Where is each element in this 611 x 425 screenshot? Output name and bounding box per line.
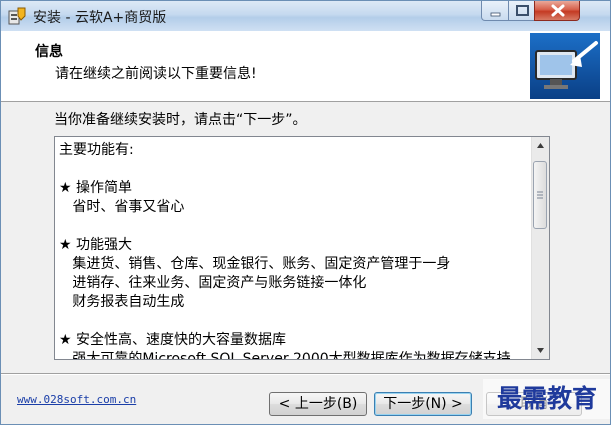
- minimize-button[interactable]: [481, 1, 509, 21]
- maximize-button[interactable]: [508, 1, 535, 21]
- memo-line: 主要功能有:: [59, 142, 134, 158]
- memo-line: 财务报表自动生成: [59, 294, 185, 310]
- installer-icon: [8, 7, 26, 25]
- memo-line: [59, 160, 525, 179]
- info-memo[interactable]: 主要功能有: ★ 操作简单 省时、省事又省心 ★ 功能强大 集进货、销售、仓库、…: [54, 136, 550, 360]
- grip-icon: [537, 191, 543, 199]
- scroll-thumb[interactable]: [533, 161, 547, 229]
- installer-window: 安装 - 云软A+商贸版 信息 请在继续之前阅读以下重要信息! 当你准备继续安装…: [0, 0, 611, 425]
- website-link[interactable]: www.028soft.com.cn: [17, 393, 136, 406]
- instruction-text: 当你准备继续安装时，请点击“下一步”。: [54, 112, 307, 128]
- watermark-logo: 最需教育: [483, 379, 610, 419]
- wizard-header: 信息 请在继续之前阅读以下重要信息!: [1, 31, 610, 102]
- memo-line: [59, 217, 525, 236]
- memo-line: ★ 安全性高、速度快的大容量数据库: [59, 332, 287, 348]
- close-icon: [551, 4, 565, 17]
- memo-text: 主要功能有: ★ 操作简单 省时、省事又省心 ★ 功能强大 集进货、销售、仓库、…: [59, 141, 525, 360]
- memo-line: 省时、省事又省心: [59, 199, 185, 215]
- minimize-icon: [490, 12, 501, 17]
- maximize-icon: [516, 5, 529, 16]
- memo-scrollbar[interactable]: [531, 137, 549, 359]
- window-title: 安装 - 云软A+商贸版: [33, 10, 167, 26]
- scroll-down-icon: [537, 348, 544, 353]
- memo-line: 集进货、销售、仓库、现金银行、账务、固定资产管理于一身: [59, 256, 451, 272]
- title-bar[interactable]: 安装 - 云软A+商贸版: [1, 1, 610, 31]
- memo-line: 强大可靠的Microsoft SQL Server 2000大型数据库作为数据存…: [59, 351, 511, 360]
- next-button[interactable]: 下一步(N) >: [374, 392, 472, 416]
- scroll-up-icon: [537, 143, 544, 148]
- memo-line: ★ 功能强大: [59, 237, 133, 253]
- footer-divider: [1, 373, 610, 375]
- memo-line: 进销存、往来业务、固定资产与账务链接一体化: [59, 275, 367, 291]
- back-button[interactable]: < 上一步(B): [269, 392, 367, 416]
- memo-line: ★ 操作简单: [59, 180, 133, 196]
- scroll-up-button[interactable]: [532, 137, 549, 154]
- page-subtitle: 请在继续之前阅读以下重要信息!: [55, 66, 257, 82]
- memo-line: [59, 312, 525, 331]
- page-title: 信息: [35, 44, 63, 60]
- monitor-arrow-icon: [530, 33, 600, 99]
- scroll-down-button[interactable]: [532, 342, 549, 359]
- close-button[interactable]: [534, 1, 580, 21]
